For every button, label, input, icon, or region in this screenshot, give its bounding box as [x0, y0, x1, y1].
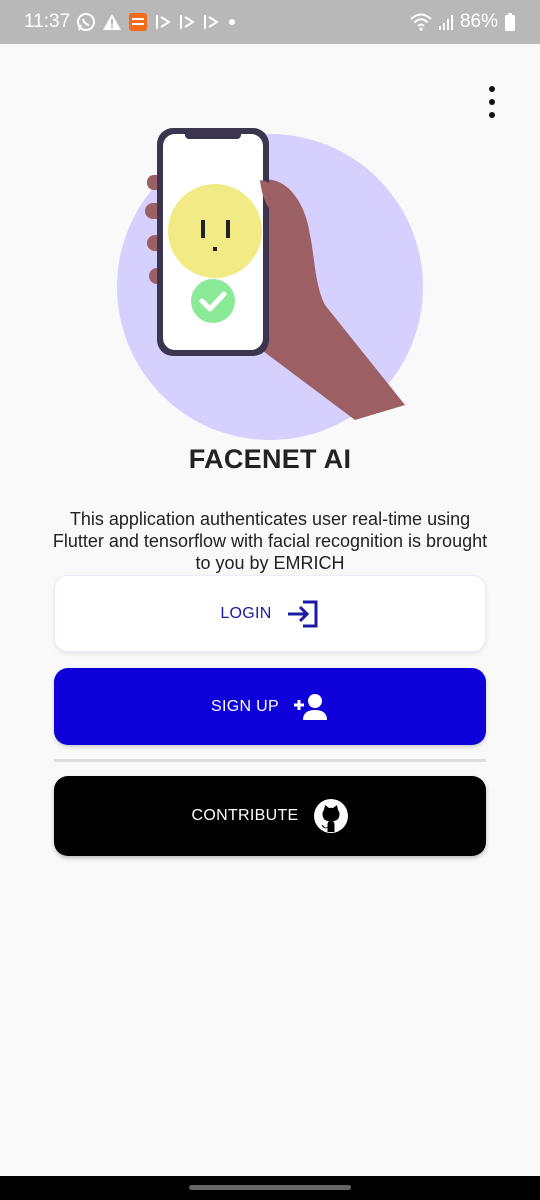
battery-percent: 86%: [459, 11, 498, 32]
status-right: 86%: [410, 11, 516, 33]
app-description: This application authenticates user real…: [52, 509, 488, 573]
login-button-label: LOGIN: [220, 604, 272, 622]
signup-button[interactable]: SIGN UP: [54, 668, 486, 745]
signal-icon: [438, 13, 454, 31]
app-title: FACENET AI: [188, 444, 352, 474]
hero-illustration: [110, 120, 430, 450]
signup-button-label: SIGN UP: [211, 697, 279, 715]
contribute-button[interactable]: CONTRIBUTE: [54, 776, 486, 856]
play-arrow-icon: [178, 13, 196, 31]
person-add-icon: [293, 693, 329, 721]
whatsapp-icon: [76, 12, 96, 32]
battery-icon: [504, 12, 516, 32]
status-time: 11:37: [24, 11, 71, 32]
more-vert-icon[interactable]: [480, 86, 504, 118]
play-arrow-icon: [202, 13, 220, 31]
navigation-bar: [0, 1176, 540, 1200]
app-notification-icon: [128, 12, 148, 32]
login-icon: [286, 599, 320, 629]
divider: [54, 759, 486, 762]
home-handle[interactable]: [189, 1185, 351, 1190]
github-icon: [313, 798, 349, 834]
login-button[interactable]: LOGIN: [54, 575, 486, 652]
play-arrow-icon: [154, 13, 172, 31]
warning-icon: [102, 13, 122, 31]
dot-icon: [226, 16, 238, 28]
status-left: 11:37: [24, 11, 238, 33]
wifi-icon: [410, 13, 432, 31]
contribute-button-label: CONTRIBUTE: [191, 807, 299, 824]
status-bar: 11:37 86%: [0, 0, 540, 44]
